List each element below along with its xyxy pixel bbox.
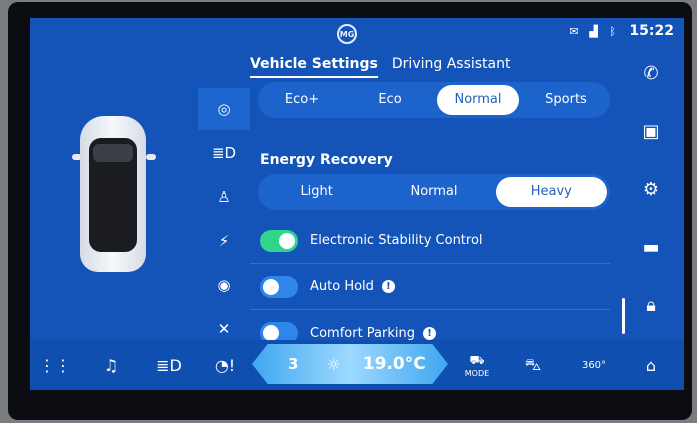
comfort-parking-label: Comfort Parking (310, 325, 415, 341)
gear-icon[interactable]: ⚙ (634, 172, 668, 206)
clock: 15:22 (629, 23, 674, 39)
right-quick-rail: ✆ ▣ ⚙ ▬ 🔒︎ (628, 52, 674, 356)
scrollbar[interactable] (622, 298, 625, 334)
phone-icon[interactable]: ✆ (634, 56, 668, 90)
drive-mode-sports[interactable]: Sports (525, 85, 607, 115)
settings-tabs: Vehicle Settings Driving Assistant (250, 56, 510, 78)
bottom-dock: ⋮⋮ ♫ ≣D ◔! 3 ☼ 19.0°C ⛟ MODE ⛍ 360° ⌂ (30, 340, 684, 390)
mg-logo: MG (337, 24, 357, 44)
air-mode-button[interactable]: ⛟ MODE (460, 350, 494, 380)
auto-hold-toggle[interactable] (260, 275, 298, 298)
headlight-icon[interactable]: ≣D (154, 350, 184, 380)
charging-category-icon[interactable]: ⚡ (198, 220, 250, 262)
drive-mode-category-icon[interactable]: ◎ (198, 88, 250, 130)
windshield (93, 144, 133, 162)
info-icon[interactable]: ! (423, 326, 436, 340)
energy-recovery-normal[interactable]: Normal (378, 177, 489, 207)
auto-climate-icon: ☼ (326, 354, 341, 374)
energy-recovery-heavy[interactable]: Heavy (495, 177, 607, 207)
message-icon: ✉ (569, 25, 579, 38)
esc-label: Electronic Stability Control (310, 233, 483, 248)
tab-vehicle-settings[interactable]: Vehicle Settings (250, 56, 378, 78)
car-icon[interactable]: ⛍ (518, 350, 548, 380)
car-top-view (70, 116, 156, 280)
radio-icon[interactable]: ▣ (634, 114, 668, 148)
toggle-knob (263, 278, 279, 295)
temperature: 19.0°C (362, 354, 426, 374)
seat-category-icon[interactable]: ♙ (198, 176, 250, 218)
auto-hold-label: Auto Hold (310, 279, 374, 294)
music-icon[interactable]: ♫ (96, 350, 126, 380)
mode-label: MODE (464, 368, 490, 378)
energy-recovery-light[interactable]: Light (261, 177, 372, 207)
drive-mode-eco[interactable]: Eco (349, 85, 431, 115)
settings-content: Vehicle Settings Driving Assistant Eco+ … (250, 48, 618, 358)
status-icons: ✉ ▟ ᛒ 15:22 (569, 23, 674, 39)
fan-level: 3 (288, 355, 299, 373)
tab-driving-assistant[interactable]: Driving Assistant (392, 56, 511, 78)
status-bar: MG ✉ ▟ ᛒ 15:22 (30, 18, 684, 48)
energy-recovery-selector: Light Normal Heavy (258, 174, 610, 210)
toggle-knob (279, 232, 295, 249)
right-mirror (146, 154, 156, 160)
lock-icon[interactable]: 🔒︎ (634, 288, 668, 322)
drive-mode-eco-plus[interactable]: Eco+ (261, 85, 343, 115)
view-360-label: 360° (581, 359, 607, 371)
infotainment-screen: MG ✉ ▟ ᛒ 15:22 ◎ ≣D ♙ ⚡ ◉ ✕ Vehicle Sett… (30, 18, 684, 390)
car-body (80, 116, 146, 272)
energy-recovery-title: Energy Recovery (260, 152, 393, 168)
climate-control[interactable]: 3 ☼ 19.0°C (252, 344, 448, 384)
drive-mode-selector: Eco+ Eco Normal Sports (258, 82, 610, 118)
home-icon[interactable]: ⌂ (636, 350, 666, 380)
esc-toggle[interactable] (260, 229, 298, 252)
folder-icon[interactable]: ▬ (634, 230, 668, 264)
settings-category-menu: ◎ ≣D ♙ ⚡ ◉ ✕ (198, 88, 250, 350)
lights-category-icon[interactable]: ≣D (198, 132, 250, 174)
drive-mode-normal[interactable]: Normal (437, 85, 519, 115)
info-icon[interactable]: ! (381, 280, 395, 293)
setting-row-auto-hold: Auto Hold ! (250, 264, 610, 310)
app-grid-icon[interactable]: ⋮⋮ (39, 350, 71, 380)
setting-row-esc: Electronic Stability Control (250, 218, 610, 264)
steering-category-icon[interactable]: ◉ (198, 264, 250, 306)
vehicle-status-icon[interactable]: ◔! (210, 350, 240, 380)
signal-icon: ▟ (589, 25, 598, 38)
toggle-knob (263, 325, 279, 341)
bluetooth-icon: ᛒ (609, 25, 617, 38)
view-360-button[interactable]: 360° (574, 350, 614, 380)
car-fan-icon: ⛟ (469, 352, 485, 367)
